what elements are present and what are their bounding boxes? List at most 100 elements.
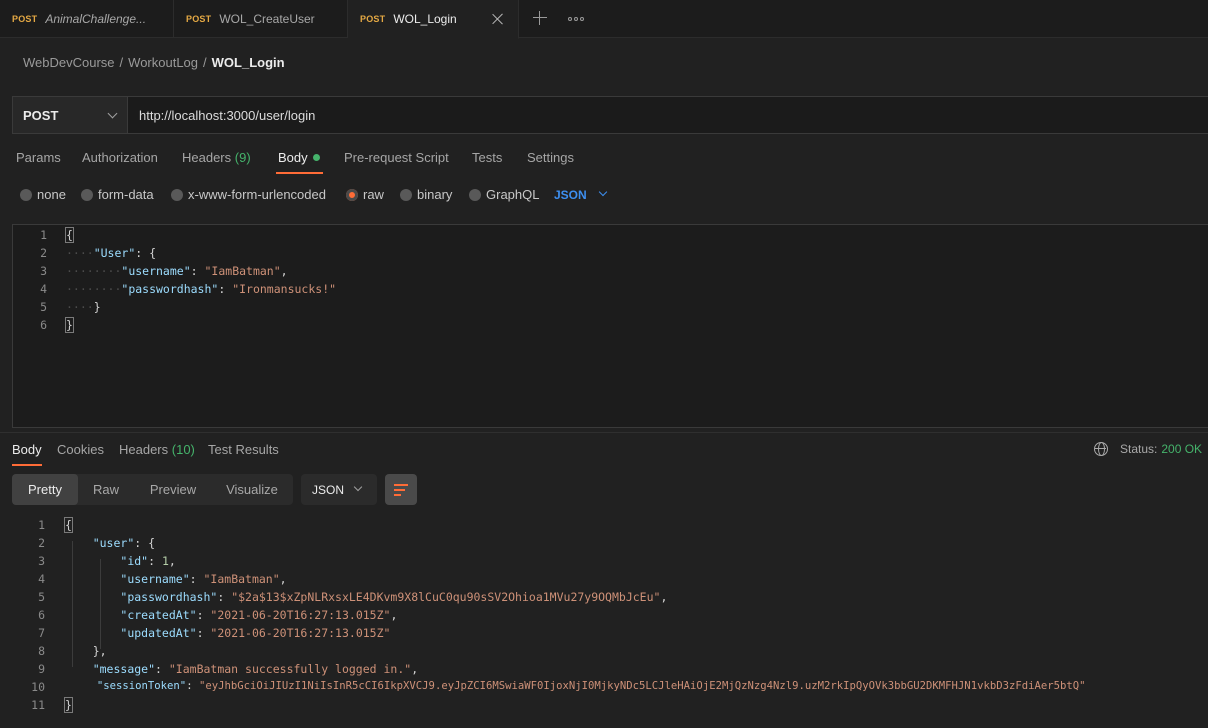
radio-label: x-www-form-urlencoded xyxy=(188,187,326,202)
tab-method: POST xyxy=(186,14,212,24)
url-bar: POST http://localhost:3000/user/login xyxy=(12,96,1208,134)
tab-label: AnimalChallenge... xyxy=(45,12,147,26)
json-string: "IamBatman" xyxy=(203,572,280,586)
line-number: 6 xyxy=(40,318,47,332)
tab-tests[interactable]: Tests xyxy=(472,150,502,165)
tab-wol-login[interactable]: POST WOL_Login xyxy=(348,0,519,39)
chevron-down-icon xyxy=(353,482,363,492)
url-input[interactable]: http://localhost:3000/user/login xyxy=(139,108,315,123)
view-raw[interactable]: Raw xyxy=(78,474,134,505)
line-number: 5 xyxy=(40,300,47,314)
chevron-down-icon xyxy=(107,108,118,119)
json-key: "message" xyxy=(92,662,156,676)
tab-animal-challenge[interactable]: POST AnimalChallenge... xyxy=(0,0,174,38)
radio-urlencoded[interactable]: x-www-form-urlencoded xyxy=(171,187,326,202)
radio-form-data[interactable]: form-data xyxy=(81,187,154,202)
method-select[interactable]: POST xyxy=(13,97,128,133)
globe-icon[interactable] xyxy=(1094,442,1108,456)
raw-format-label: JSON xyxy=(554,188,587,202)
code-line: "passwordhash": "$2a$13$xZpNLRxsxLE4DKvm… xyxy=(120,590,668,604)
wrap-lines-icon[interactable] xyxy=(385,474,417,505)
radio-label: form-data xyxy=(98,187,154,202)
tab-label: WOL_CreateUser xyxy=(219,12,315,26)
tab-test-results[interactable]: Test Results xyxy=(208,442,279,457)
code-line: "sessionToken": "eyJhbGciOiJIUzI1NiIsInR… xyxy=(96,680,1086,692)
code-line: ········"username": "IamBatman", xyxy=(66,264,288,278)
more-icon[interactable] xyxy=(568,17,584,21)
json-key: "username" xyxy=(120,572,190,586)
json-brace: } xyxy=(93,300,101,314)
chevron-down-icon xyxy=(598,187,608,197)
line-number: 7 xyxy=(38,626,45,640)
radio-raw[interactable]: raw xyxy=(346,187,384,202)
radio-circle xyxy=(81,188,93,201)
json-key: "user" xyxy=(92,536,135,550)
headers-count: (10) xyxy=(171,442,195,457)
status-code[interactable]: 200 OK xyxy=(1161,442,1202,456)
plus-icon[interactable] xyxy=(532,10,548,26)
code-line: { xyxy=(65,227,74,243)
tab-method: POST xyxy=(360,14,386,24)
breadcrumb-collection[interactable]: WebDevCourse xyxy=(23,55,115,70)
code-line: "username": "IamBatman", xyxy=(120,572,287,586)
tab-headers-label: Headers xyxy=(119,442,169,457)
tab-params[interactable]: Params xyxy=(16,150,61,165)
radio-label: raw xyxy=(363,187,384,202)
tab-response-body[interactable]: Body xyxy=(12,442,42,457)
line-number: 10 xyxy=(31,680,45,694)
tab-body-label: Body xyxy=(278,150,308,165)
request-body-editor[interactable]: 1 2 3 4 5 6 { ····"User": { ········"use… xyxy=(12,224,1208,428)
line-number: 1 xyxy=(40,228,47,242)
active-tab-indicator xyxy=(276,172,323,174)
json-string: "eyJhbGciOiJIUzI1NiIsInR5cCI6IkpXVCJ9.ey… xyxy=(198,680,1086,692)
tab-body[interactable]: Body xyxy=(278,150,320,165)
code-line: ········"passwordhash": "Ironmansucks!" xyxy=(66,282,337,296)
line-number: 4 xyxy=(40,282,47,296)
response-body-viewer[interactable]: 1 2 3 4 5 6 7 8 9 10 11 { "user": { "id"… xyxy=(0,515,1208,720)
radio-graphql[interactable]: GraphQL xyxy=(469,187,539,202)
response-format-select[interactable]: JSON xyxy=(301,474,377,505)
code-line: "updatedAt": "2021-06-20T16:27:13.015Z" xyxy=(120,626,391,640)
tab-response-headers[interactable]: Headers (10) xyxy=(119,442,195,457)
line-number: 3 xyxy=(40,264,47,278)
tab-prerequest-script[interactable]: Pre-request Script xyxy=(344,150,449,165)
json-key: "username" xyxy=(121,264,191,278)
json-key: "updatedAt" xyxy=(120,626,197,640)
tab-wol-createuser[interactable]: POST WOL_CreateUser xyxy=(174,0,348,38)
tab-authorization[interactable]: Authorization xyxy=(82,150,158,165)
code-line: ····} xyxy=(66,300,101,314)
json-string: "IamBatman successfully logged in." xyxy=(168,662,412,676)
radio-label: none xyxy=(37,187,66,202)
code-line: "user": { xyxy=(92,536,156,550)
line-number: 11 xyxy=(31,698,45,712)
line-number: 9 xyxy=(38,662,45,676)
json-key: "id" xyxy=(120,554,149,568)
code-line: }, xyxy=(65,644,107,658)
breadcrumb-folder[interactable]: WorkoutLog xyxy=(128,55,198,70)
tab-cookies[interactable]: Cookies xyxy=(57,442,104,457)
radio-circle xyxy=(171,188,183,201)
view-preview[interactable]: Preview xyxy=(136,474,210,505)
breadcrumb-request[interactable]: WOL_Login xyxy=(212,55,285,70)
radio-none[interactable]: none xyxy=(20,187,66,202)
line-number: 3 xyxy=(38,554,45,568)
pane-splitter[interactable] xyxy=(0,432,1208,433)
json-number: 1 xyxy=(161,554,169,568)
radio-circle xyxy=(20,188,32,201)
request-tab-bar: POST AnimalChallenge... POST WOL_CreateU… xyxy=(0,0,1208,39)
json-string: "2021-06-20T16:27:13.015Z" xyxy=(210,626,391,640)
line-number: 5 xyxy=(38,590,45,604)
tab-settings[interactable]: Settings xyxy=(527,150,574,165)
close-icon[interactable] xyxy=(490,11,506,27)
radio-binary[interactable]: binary xyxy=(400,187,452,202)
raw-format-select[interactable]: JSON xyxy=(554,187,608,202)
view-visualize[interactable]: Visualize xyxy=(212,474,292,505)
breadcrumb: WebDevCourse / WorkoutLog / WOL_Login xyxy=(23,55,285,70)
tab-headers[interactable]: Headers (9) xyxy=(182,150,251,165)
view-pretty[interactable]: Pretty xyxy=(12,474,78,505)
json-string: "Ironmansucks!" xyxy=(232,282,337,296)
line-number: 1 xyxy=(38,518,45,532)
line-number: 8 xyxy=(38,644,45,658)
code-line: "createdAt": "2021-06-20T16:27:13.015Z", xyxy=(120,608,398,622)
tab-label: WOL_Login xyxy=(393,12,457,26)
